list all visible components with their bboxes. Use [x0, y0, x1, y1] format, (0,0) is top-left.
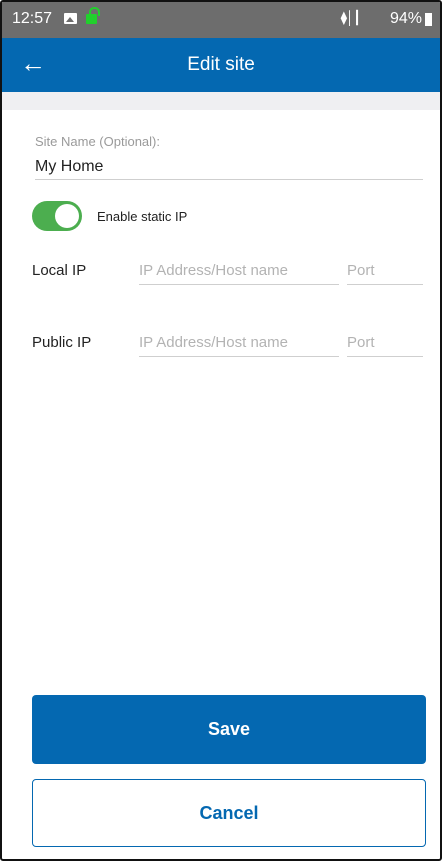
site-name-underline [35, 179, 423, 180]
phone-screen: 12:57 ⧫│┃ 94% ← Edit site Site Name (Opt… [0, 0, 442, 861]
static-ip-label: Enable static IP [97, 209, 188, 224]
image-icon [64, 13, 77, 24]
public-ip-address-underline [139, 356, 339, 357]
battery-icon [425, 13, 432, 26]
local-ip-port-input[interactable]: Port [347, 262, 375, 279]
header-divider [2, 92, 440, 110]
local-ip-port-underline [347, 284, 423, 285]
site-name-input[interactable]: My Home [35, 158, 103, 176]
local-ip-address-input[interactable]: IP Address/Host name [139, 262, 288, 279]
status-bar: 12:57 ⧫│┃ 94% [2, 2, 440, 38]
local-ip-label: Local IP [32, 262, 87, 279]
cancel-button[interactable]: Cancel [32, 779, 426, 847]
public-ip-label: Public IP [32, 334, 92, 351]
public-ip-port-underline [347, 356, 423, 357]
wifi-signal-icon: ⧫│┃ [340, 10, 361, 25]
app-bar: ← Edit site [2, 38, 440, 92]
status-time: 12:57 [12, 10, 53, 27]
local-ip-address-underline [139, 284, 339, 285]
battery-level: 94% [389, 10, 422, 27]
static-ip-toggle[interactable] [32, 201, 82, 231]
toggle-knob [55, 204, 79, 228]
lock-icon [86, 7, 100, 24]
page-title: Edit site [187, 54, 255, 75]
public-ip-port-input[interactable]: Port [347, 334, 375, 351]
site-name-label: Site Name (Optional): [35, 134, 160, 149]
public-ip-address-input[interactable]: IP Address/Host name [139, 334, 288, 351]
save-button[interactable]: Save [32, 695, 426, 764]
